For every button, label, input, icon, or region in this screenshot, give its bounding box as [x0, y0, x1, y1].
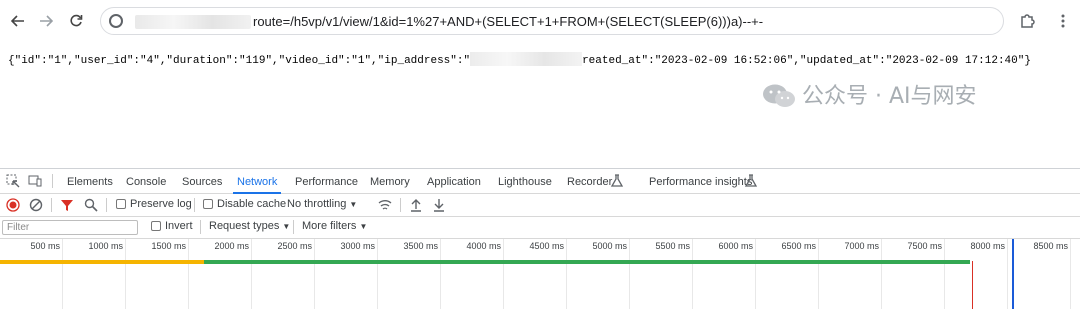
watermark-text: 公众号 · AI与网安 — [802, 84, 977, 109]
tick-label: 3000 ms — [340, 241, 375, 251]
tick-label: 3500 ms — [403, 241, 438, 251]
tick-label: 8000 ms — [970, 241, 1005, 251]
tick-label: 8500 ms — [1033, 241, 1068, 251]
arrow-left-icon — [11, 15, 24, 27]
tab-memory[interactable]: Memory — [370, 169, 410, 193]
browser-toolbar: route=/h5vp/v1/view/1&id=1%27+AND+(SELEC… — [0, 0, 1080, 42]
wechat-logo-icon — [763, 84, 795, 107]
reload-button[interactable] — [64, 9, 88, 33]
tick-label: 4000 ms — [466, 241, 501, 251]
address-bar[interactable]: route=/h5vp/v1/view/1&id=1%27+AND+(SELEC… — [100, 7, 1004, 35]
tick-label: 6000 ms — [718, 241, 753, 251]
url-text[interactable]: route=/h5vp/v1/view/1&id=1%27+AND+(SELEC… — [253, 14, 763, 29]
disable-cache-checkbox[interactable] — [203, 199, 213, 209]
tab-lighthouse[interactable]: Lighthouse — [498, 169, 552, 193]
network-toolbar: Preserve log Disable cache No throttling… — [0, 194, 1080, 217]
filter-bar: Filter Invert Request types ▼ More filte… — [0, 217, 1080, 239]
divider — [52, 174, 53, 188]
caret-down-icon: ▼ — [282, 222, 291, 231]
tick-label: 500 ms — [30, 241, 60, 251]
tick-label: 2500 ms — [277, 241, 312, 251]
invert-label: Invert — [165, 220, 193, 232]
preserve-log-checkbox[interactable] — [116, 199, 126, 209]
request-download-bar — [204, 260, 970, 264]
request-types-label: Request types — [209, 220, 280, 232]
filter-icon[interactable] — [60, 198, 74, 212]
watermark: 公众号 · AI与网安 — [762, 78, 977, 110]
disable-cache-label: Disable cache — [217, 198, 287, 210]
divider — [194, 198, 195, 212]
kebab-menu-icon — [1061, 14, 1065, 28]
flask-icon — [610, 174, 624, 187]
json-response: {"id":"1","user_id":"4","duration":"119"… — [8, 52, 1031, 67]
json-text-start: {"id":"1","user_id":"4","duration":"119"… — [8, 55, 471, 67]
redacted-host — [135, 15, 251, 29]
tick-label: 6500 ms — [781, 241, 816, 251]
filter-placeholder: Filter — [7, 222, 30, 233]
site-info-icon[interactable] — [109, 14, 123, 28]
tick-label: 2000 ms — [214, 241, 249, 251]
throttling-value: No throttling — [287, 198, 347, 210]
invert-checkbox[interactable] — [151, 221, 161, 231]
redacted-ip — [470, 52, 583, 66]
caret-down-icon: ▼ — [359, 222, 368, 231]
tab-performance[interactable]: Performance — [295, 169, 358, 193]
request-waiting-bar — [0, 260, 204, 264]
preserve-log-label: Preserve log — [130, 198, 192, 210]
tick-label: 1500 ms — [151, 241, 186, 251]
tab-console[interactable]: Console — [126, 169, 166, 193]
network-conditions-icon[interactable] — [378, 198, 392, 212]
tab-elements[interactable]: Elements — [67, 169, 113, 193]
tick-label: 5500 ms — [655, 241, 690, 251]
network-overview-timeline[interactable]: 500 ms 1000 ms 1500 ms 2000 ms 2500 ms 3… — [0, 239, 1080, 309]
device-toolbar-icon[interactable] — [28, 174, 42, 188]
devtools-tab-bar: Elements Console Sources Network Perform… — [0, 169, 1080, 194]
divider — [200, 220, 201, 234]
tick-label: 5000 ms — [592, 241, 627, 251]
tick-label: 1000 ms — [88, 241, 123, 251]
search-icon[interactable] — [84, 198, 98, 212]
tab-sources[interactable]: Sources — [182, 169, 222, 193]
forward-button[interactable] — [34, 9, 58, 33]
arrow-right-icon — [40, 15, 53, 27]
throttling-select[interactable]: No throttling ▼ — [287, 198, 357, 210]
more-filters-dropdown[interactable]: More filters ▼ — [302, 220, 367, 232]
json-text-end: reated_at":"2023-02-09 16:52:06","update… — [582, 55, 1031, 67]
tab-network[interactable]: Network — [232, 169, 282, 194]
back-button[interactable] — [6, 9, 30, 33]
clear-icon[interactable] — [29, 198, 43, 212]
tab-application[interactable]: Application — [427, 169, 481, 193]
menu-button[interactable] — [1052, 10, 1074, 32]
tick-label: 4500 ms — [529, 241, 564, 251]
tick-label: 7500 ms — [907, 241, 942, 251]
reload-icon — [70, 14, 83, 27]
inspect-element-icon[interactable] — [6, 174, 20, 188]
tick-label: 7000 ms — [844, 241, 879, 251]
filter-input[interactable]: Filter — [2, 220, 138, 235]
divider — [106, 198, 107, 212]
request-types-dropdown[interactable]: Request types ▼ — [209, 220, 290, 232]
devtools-panel: Elements Console Sources Network Perform… — [0, 168, 1080, 309]
load-event-marker — [972, 261, 973, 309]
tab-recorder[interactable]: Recorder — [567, 169, 612, 193]
divider — [51, 198, 52, 212]
dom-content-loaded-marker — [1012, 239, 1014, 309]
record-icon[interactable] — [6, 198, 20, 212]
import-har-icon[interactable] — [409, 198, 423, 212]
extensions-button[interactable] — [1016, 10, 1038, 32]
puzzle-icon — [1021, 14, 1035, 28]
export-har-icon[interactable] — [432, 198, 446, 212]
flask-icon — [744, 174, 758, 187]
caret-down-icon: ▼ — [349, 200, 358, 209]
grid-line — [1070, 239, 1071, 309]
divider — [400, 198, 401, 212]
more-filters-label: More filters — [302, 220, 357, 232]
divider — [293, 220, 294, 234]
tab-performance-insights[interactable]: Performance insights — [649, 169, 752, 193]
